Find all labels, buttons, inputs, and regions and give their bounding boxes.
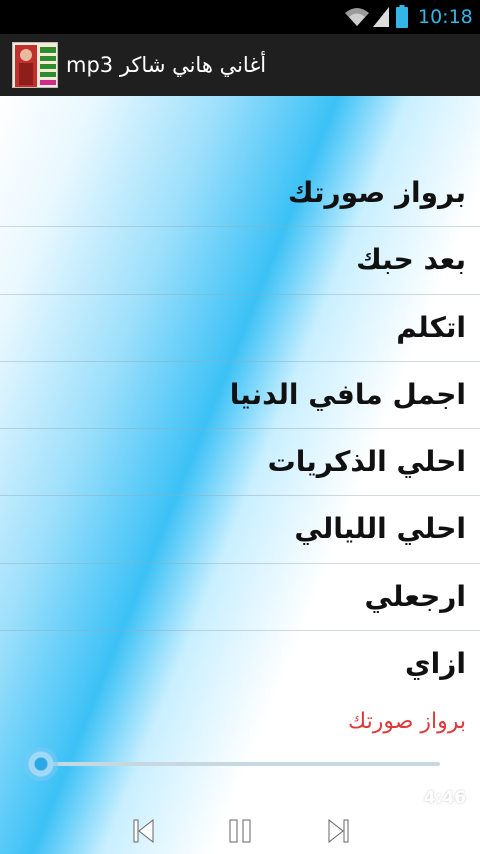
battery-icon: [396, 5, 408, 28]
main-content: برواز صورتك بعد حبك اتكلم اجمل مافي الدن…: [0, 96, 480, 854]
previous-icon: [133, 819, 154, 843]
player-controls: [0, 812, 480, 850]
song-title: احلي الليالي: [294, 512, 466, 546]
song-title: ازاي: [405, 647, 466, 681]
song-list-item[interactable]: احلي الذكريات: [0, 429, 480, 497]
song-list-item[interactable]: احلي الليالي: [0, 496, 480, 564]
song-title: احلي الذكريات: [267, 445, 466, 479]
app-title: أغاني هاني شاكر mp3: [66, 53, 267, 77]
signal-icon: [373, 7, 389, 27]
song-list-item[interactable]: اتكلم: [0, 295, 480, 362]
song-list-item[interactable]: بعد حبك: [0, 227, 480, 295]
wifi-icon: [345, 8, 369, 26]
seekbar-track[interactable]: [40, 762, 440, 766]
duration-label: 4:46: [423, 788, 466, 808]
song-list-item[interactable]: ارجعلي: [0, 564, 480, 632]
status-bar: 10:18: [0, 0, 480, 34]
song-title: برواز صورتك: [287, 176, 466, 209]
song-list-item[interactable]: ازاي: [0, 631, 480, 698]
seekbar-thumb[interactable]: [24, 747, 58, 781]
action-bar: أغاني هاني شاكر mp3: [0, 34, 480, 96]
song-title: بعد حبك: [356, 243, 466, 277]
previous-button[interactable]: [126, 812, 162, 850]
next-icon: [328, 819, 349, 843]
song-title: اتكلم: [396, 310, 466, 344]
pause-button[interactable]: [222, 812, 258, 850]
song-list-item[interactable]: اجمل مافي الدنيا: [0, 362, 480, 430]
app-icon[interactable]: [12, 42, 58, 88]
pause-icon: [229, 819, 251, 843]
song-list: برواز صورتك بعد حبك اتكلم اجمل مافي الدن…: [0, 160, 480, 698]
now-playing-title: برواز صورتك: [348, 709, 466, 734]
song-title: اجمل مافي الدنيا: [229, 377, 466, 411]
song-list-item[interactable]: برواز صورتك: [0, 160, 480, 228]
clock: 10:18: [418, 6, 473, 28]
next-button[interactable]: [320, 812, 356, 850]
song-title: ارجعلي: [364, 579, 466, 613]
